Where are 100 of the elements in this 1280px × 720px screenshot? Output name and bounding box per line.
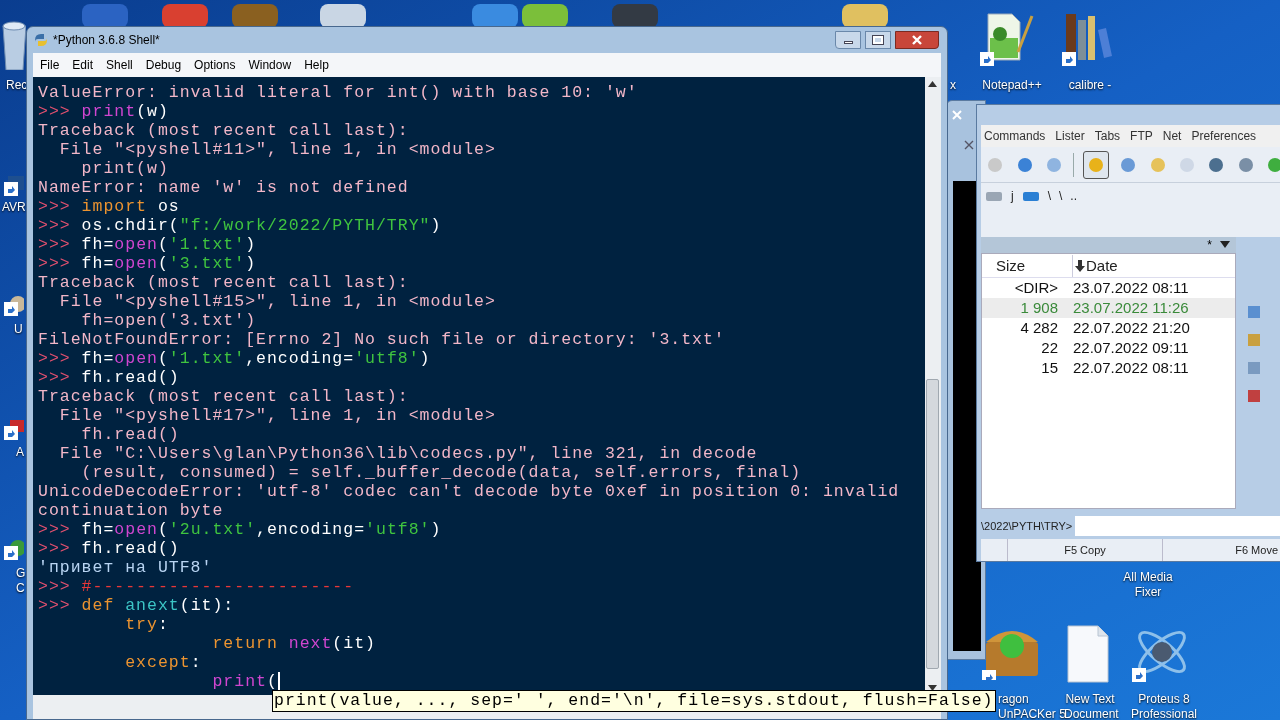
prompt-text: >>>	[38, 102, 72, 121]
code-text: #------------------------	[81, 577, 355, 596]
code-text: fh.read()	[81, 539, 180, 558]
icon-label: Proteus 8 Professional	[1129, 692, 1198, 720]
code-text: 'utf8'	[354, 349, 420, 368]
command-field[interactable]	[1075, 516, 1280, 536]
code-text: '1.txt'	[168, 235, 246, 254]
prompt-text: >>>	[38, 368, 72, 387]
file-row[interactable]: 15 22.07.2022 08:11	[982, 358, 1235, 378]
prompt-text: >>>	[38, 349, 72, 368]
app-icon	[230, 2, 280, 28]
table-cell-text: 22.07.2022 21:20	[1072, 317, 1190, 338]
scrollbar-thumb[interactable]	[926, 379, 939, 669]
table-cell-text: 22.07.2022 09:11	[1072, 337, 1189, 358]
prompt-text: >>>	[38, 216, 72, 235]
code-text: FileNotFoundError: [Errno 2] No such file or directory: '3.txt'	[38, 330, 725, 349]
shortcut-icon	[4, 176, 24, 196]
table-cell-text: 4 282	[1019, 317, 1058, 338]
menu-item[interactable]: Tabs	[1094, 127, 1121, 145]
column-header[interactable]: Size	[982, 254, 1072, 277]
code-text: '3.txt'	[168, 254, 246, 273]
function-key-button[interactable]: F5 Copy	[1007, 539, 1162, 561]
code-text: )	[430, 216, 442, 235]
code-text: continuation byte	[38, 501, 224, 520]
list-icon[interactable]	[1247, 361, 1261, 375]
menu-item[interactable]: Window	[248, 56, 292, 74]
file-row[interactable]: 22 22.07.2022 09:11	[982, 338, 1235, 358]
window-title: *Python 3.6.8 Shell*	[53, 32, 160, 49]
file-row[interactable]: 1 908 23.07.2022 11:26	[982, 298, 1235, 318]
app-icon	[318, 2, 368, 28]
network-icon[interactable]	[1021, 189, 1040, 203]
code-text: anext	[125, 596, 180, 615]
shortcut-icon	[4, 296, 24, 316]
code-text: except	[124, 653, 191, 672]
code-text: fh.read()	[81, 368, 180, 387]
column-header[interactable]: Date	[1086, 254, 1118, 277]
code-text: (result, consumed) = self._buffer_decode(data, self.errors, final)	[80, 463, 802, 482]
menu-item[interactable]: Debug	[145, 56, 182, 74]
minimize-button[interactable]	[835, 31, 861, 49]
list-icon[interactable]	[1247, 389, 1261, 403]
menu-item[interactable]: Help	[304, 56, 329, 74]
path-segment[interactable]: j	[1011, 187, 1014, 205]
code-text: fh=	[81, 235, 115, 254]
code-text: )	[245, 235, 257, 254]
shortcut-icon	[4, 420, 24, 440]
prompt-text: >>>	[38, 197, 72, 216]
file-row[interactable]: <DIR> 23.07.2022 08:11	[982, 278, 1235, 298]
menu-item[interactable]: Options	[194, 56, 236, 74]
shortcut-icon	[4, 540, 24, 560]
prompt-text: >>>	[38, 235, 72, 254]
prompt-text: >>>	[38, 539, 72, 558]
scroll-up-icon[interactable]	[928, 81, 937, 87]
menu-item[interactable]: Shell	[106, 56, 133, 74]
code-text: print	[81, 102, 137, 121]
app-icon	[610, 2, 660, 28]
menu-item[interactable]: Net	[1162, 127, 1182, 145]
code-text: "f:/work/2022/PYTH/TRY"	[179, 216, 431, 235]
menu-item[interactable]: Commands	[984, 127, 1046, 145]
table-cell-text: 15	[1040, 357, 1058, 378]
close-icon[interactable]	[963, 139, 975, 151]
app-icon	[520, 2, 570, 28]
table-cell-text: 23.07.2022 11:26	[1072, 297, 1189, 318]
code-text: open	[114, 520, 158, 539]
code-text: )	[419, 349, 431, 368]
list-icon[interactable]	[1247, 333, 1261, 347]
path-segment[interactable]: \	[1047, 187, 1051, 205]
icon-label: A	[16, 445, 24, 460]
dropdown-icon[interactable]	[1220, 241, 1230, 249]
code-text: fh.read()	[80, 425, 180, 444]
code-text: print(w)	[80, 159, 169, 178]
menu-item[interactable]: File	[40, 56, 60, 74]
command-path: \2022\PYTH\TRY>	[981, 518, 1074, 534]
icon-label: x	[950, 78, 956, 93]
app-icon	[80, 2, 130, 28]
function-key-button[interactable]: F6 Move	[1162, 539, 1280, 561]
menu-item[interactable]: Preferences	[1191, 127, 1257, 145]
path-segment[interactable]: ..	[1070, 187, 1078, 205]
sort-arrow-icon[interactable]	[1075, 259, 1085, 272]
menu-item[interactable]: Lister	[1055, 127, 1085, 145]
table-cell-text: 23.07.2022 08:11	[1072, 277, 1189, 298]
toolbar-button[interactable]	[1082, 150, 1109, 179]
menu-item[interactable]: Edit	[72, 56, 94, 74]
file-row[interactable]: 4 282 22.07.2022 21:20	[982, 318, 1235, 338]
close-button[interactable]	[895, 31, 939, 49]
code-text: open	[114, 349, 158, 368]
list-icon[interactable]	[1247, 305, 1261, 319]
prompt-text: >>>	[38, 520, 72, 539]
code-text: )	[245, 254, 257, 273]
code-text: fh=	[81, 254, 115, 273]
code-text: File "<pyshell#15>", line 1, in <module>	[58, 292, 496, 311]
drive-icon[interactable]	[985, 189, 1003, 203]
code-text: :	[190, 653, 202, 672]
code-text: import	[81, 197, 148, 216]
icon-label: Notepad++	[981, 78, 1043, 93]
maximize-button[interactable]	[865, 31, 891, 49]
prompt-text: >>>	[38, 596, 72, 615]
path-segment[interactable]: \	[1059, 187, 1063, 205]
python-logo-icon	[33, 32, 49, 48]
menu-item[interactable]: FTP	[1130, 127, 1153, 145]
prompt-text: >>>	[38, 577, 72, 596]
